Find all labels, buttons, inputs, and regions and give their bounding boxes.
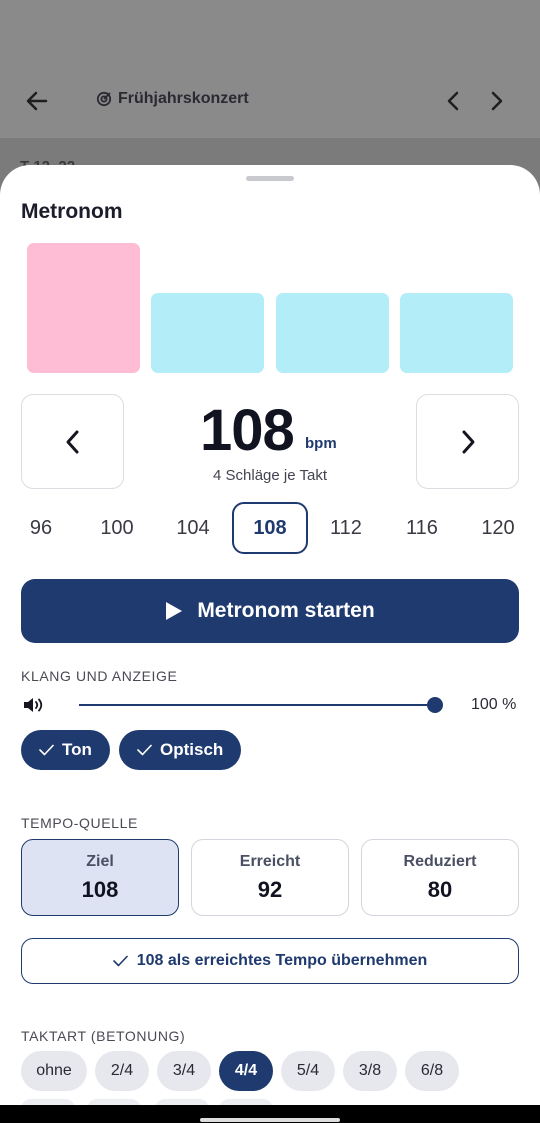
- metronome-sheet: Metronom 108 bpm 4 Schläge je Takt 96 10…: [0, 165, 540, 1105]
- tempo-source-label: TEMPO-QUELLE: [21, 815, 138, 831]
- sheet-drag-handle[interactable]: [246, 176, 294, 181]
- tempo-source-target-value: 108: [81, 876, 119, 902]
- beat-indicator-4: [400, 293, 513, 373]
- tempo-preset[interactable]: 96: [3, 502, 79, 554]
- tempo-source-target-label: Ziel: [86, 852, 114, 870]
- volume-icon[interactable]: [22, 695, 46, 715]
- sound-toggle-label: Ton: [62, 740, 92, 759]
- beat-indicator-1: [27, 243, 140, 373]
- tempo-source-achieved-value: 92: [257, 876, 283, 902]
- meter-option[interactable]: 5/4: [281, 1051, 335, 1091]
- meter-option[interactable]: 6/8: [405, 1051, 459, 1091]
- sheet-title: Metronom: [21, 200, 123, 223]
- tempo-source-reduced-value: 80: [427, 876, 453, 902]
- tempo-preset[interactable]: 104: [155, 502, 231, 554]
- tempo-preset[interactable]: 112: [308, 502, 384, 554]
- volume-thumb[interactable]: [427, 697, 443, 713]
- beat-indicator-2: [151, 293, 264, 373]
- concert-title: Frühjahrskonzert: [96, 90, 249, 108]
- chevron-right-icon: [462, 430, 474, 453]
- tempo-preset[interactable]: 116: [384, 502, 460, 554]
- tempo-presets: 96 100 104 108 112 116 120: [0, 502, 540, 554]
- tempo-source-achieved[interactable]: Erreicht 92: [191, 839, 349, 916]
- meter-option[interactable]: 2/4: [95, 1051, 149, 1091]
- check-icon: [112, 955, 128, 967]
- system-navigation-bar: [0, 1105, 540, 1123]
- tempo-source-reduced-label: Reduziert: [403, 852, 477, 870]
- meter-option[interactable]: 3/4: [157, 1051, 211, 1091]
- chevron-left-icon: [66, 430, 78, 453]
- app-bar: Frühjahrskonzert: [0, 0, 540, 138]
- play-icon: [166, 602, 183, 620]
- tempo-source-reduced[interactable]: Reduziert 80: [361, 839, 519, 916]
- chevron-right-icon[interactable]: [484, 86, 510, 116]
- back-arrow-icon[interactable]: [22, 86, 52, 116]
- adopt-tempo-button[interactable]: 108 als erreichtes Tempo übernehmen: [21, 938, 519, 984]
- tempo-value: 108: [200, 398, 295, 463]
- concert-title-text: Frühjahrskonzert: [118, 90, 249, 107]
- target-icon: [96, 91, 112, 107]
- check-icon: [137, 744, 152, 756]
- meter-option[interactable]: ohne: [21, 1051, 87, 1091]
- meter-section-label: TAKTART (BETONUNG): [21, 1028, 186, 1044]
- adopt-tempo-label: 108 als erreichtes Tempo übernehmen: [136, 952, 428, 969]
- sound-section-label: KLANG UND ANZEIGE: [21, 668, 178, 684]
- volume-value: 100 %: [471, 696, 517, 713]
- start-metronome-label: Metronom starten: [197, 599, 375, 622]
- tempo-increase-button[interactable]: [416, 394, 519, 489]
- volume-track: [79, 704, 435, 706]
- tempo-preset[interactable]: 100: [79, 502, 155, 554]
- tempo-source-achieved-label: Erreicht: [239, 852, 301, 870]
- check-icon: [39, 744, 54, 756]
- visual-toggle-chip[interactable]: Optisch: [119, 730, 242, 770]
- start-metronome-button[interactable]: Metronom starten: [21, 579, 519, 643]
- tempo-preset-selected[interactable]: 108: [232, 502, 308, 554]
- sound-toggle-chip[interactable]: Ton: [21, 730, 110, 770]
- home-indicator[interactable]: [200, 1118, 340, 1122]
- visual-toggle-label: Optisch: [160, 740, 224, 759]
- chevron-left-icon[interactable]: [440, 86, 466, 116]
- meter-option-selected[interactable]: 4/4: [219, 1051, 273, 1091]
- volume-slider[interactable]: [79, 695, 443, 715]
- tempo-preset[interactable]: 120: [460, 502, 536, 554]
- tempo-unit: bpm: [305, 435, 337, 452]
- tempo-source-target[interactable]: Ziel 108: [21, 839, 179, 916]
- meter-option[interactable]: 3/8: [343, 1051, 397, 1091]
- beat-indicator-3: [276, 293, 389, 373]
